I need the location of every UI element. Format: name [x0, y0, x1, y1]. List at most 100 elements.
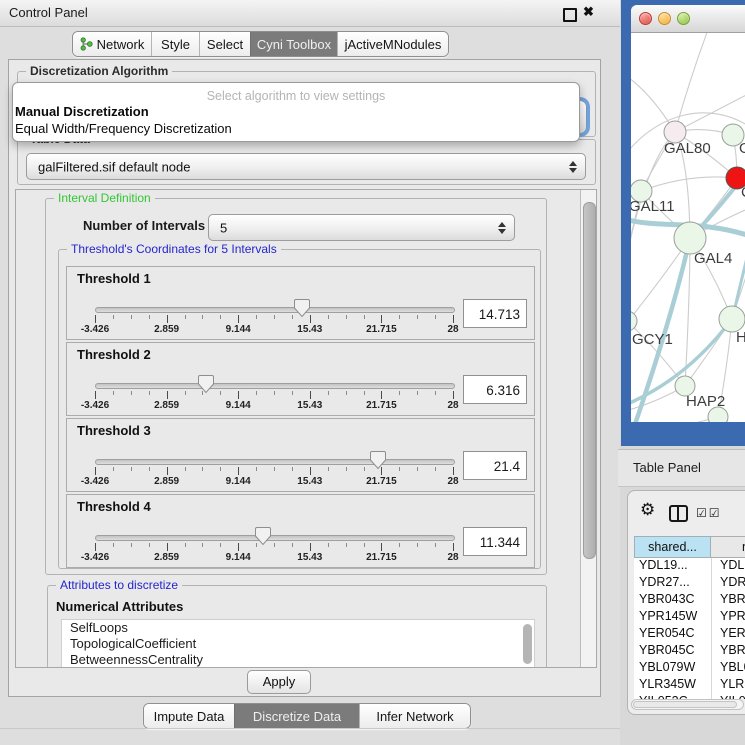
tab-label: Cyni Toolbox	[257, 37, 331, 52]
table-row[interactable]: YDR27...YDR2	[634, 575, 745, 592]
dropdown-option-equal-width-frequency[interactable]: Equal Width/Frequency Discretization	[15, 121, 232, 136]
tab-label: Style	[161, 37, 190, 52]
tick-label: 21.715	[366, 400, 397, 411]
tick-mark	[292, 543, 293, 547]
numerical-attributes-list[interactable]: SelfLoopsTopologicalCoefficientBetweenne…	[61, 619, 535, 668]
tick-label: 28	[447, 324, 458, 335]
tick-label: -3.426	[81, 400, 109, 411]
dropdown-option-manual-discretization[interactable]: Manual Discretization	[15, 104, 149, 119]
threshold-slider-track[interactable]	[95, 535, 455, 541]
settings-scrollpane: Interval Definition Number of Intervals …	[15, 189, 597, 668]
tab-select[interactable]: Select	[199, 32, 250, 56]
tick-mark	[238, 467, 239, 475]
table-horizontal-scrollbar[interactable]	[631, 699, 744, 710]
tab-impute-data[interactable]: Impute Data	[144, 704, 234, 728]
tick-mark	[310, 467, 311, 475]
combo-value: galFiltered.sif default node	[38, 159, 190, 174]
threshold-value-field[interactable]: 6.316	[463, 375, 527, 404]
tick-label: 21.715	[366, 476, 397, 487]
threshold-value-field[interactable]: 11.344	[463, 527, 527, 556]
close-icon[interactable]: ✖	[583, 4, 594, 20]
tick-mark	[149, 467, 150, 471]
tab-label: jActiveMNodules	[345, 37, 442, 52]
table-row[interactable]: YDL19...YDL1	[634, 558, 745, 575]
table-row[interactable]: YBR043CYBR0	[634, 592, 745, 609]
table-row[interactable]: YER054CYER0	[634, 626, 745, 643]
tab-infer-network[interactable]: Infer Network	[359, 704, 470, 728]
scrollbar-thumb[interactable]	[583, 202, 596, 559]
tab-discretize-data[interactable]: Discretize Data	[234, 704, 359, 728]
scrollbar-thumb[interactable]	[633, 701, 737, 708]
list-item[interactable]: BetweennessCentrality	[62, 652, 534, 668]
network-node[interactable]	[631, 311, 637, 331]
columns-icon[interactable]	[669, 505, 688, 522]
tab-style[interactable]: Style	[151, 32, 199, 56]
table-row[interactable]: YLR345WYLR3	[634, 677, 745, 694]
tick-label: 9.144	[226, 400, 251, 411]
tick-mark	[238, 543, 239, 551]
slider-thumb[interactable]	[369, 450, 387, 470]
column-header-shared-name[interactable]: shared...	[634, 536, 711, 558]
float-icon[interactable]	[563, 8, 577, 22]
number-of-intervals-combobox[interactable]: 5	[208, 214, 515, 241]
tick-mark	[185, 543, 186, 547]
tick-mark	[274, 315, 275, 319]
threshold-slider-track[interactable]	[95, 459, 455, 465]
tick-label: 2.859	[154, 324, 179, 335]
tick-label: -3.426	[81, 476, 109, 487]
combo-stepper-icon	[498, 222, 506, 234]
table-row[interactable]: YPR145WYPR1	[634, 609, 745, 626]
tick-mark	[435, 543, 436, 547]
network-window-frame: GAL80GACGAL11GAL4GCY1HHAP2	[621, 0, 745, 446]
tick-mark	[435, 391, 436, 395]
tick-mark	[185, 467, 186, 471]
tick-mark	[202, 543, 203, 547]
zoom-traffic-light-icon[interactable]	[677, 12, 690, 25]
network-window-titlebar[interactable]	[631, 5, 745, 33]
group-title: Interval Definition	[54, 191, 155, 205]
network-icon	[80, 37, 93, 51]
tick-label: 2.859	[154, 476, 179, 487]
apply-button[interactable]: Apply	[247, 670, 311, 694]
tick-mark	[113, 391, 114, 395]
network-canvas[interactable]: GAL80GACGAL11GAL4GCY1HHAP2	[631, 33, 745, 422]
network-graph: GAL80GACGAL11GAL4GCY1HHAP2	[631, 33, 745, 422]
tick-mark	[381, 391, 382, 399]
threshold-slider-track[interactable]	[95, 383, 455, 389]
table-row[interactable]: YBR045CYBR0	[634, 643, 745, 660]
minimize-traffic-light-icon[interactable]	[658, 12, 671, 25]
tab-label: Discretize Data	[253, 709, 341, 724]
close-traffic-light-icon[interactable]	[639, 12, 652, 25]
table-row[interactable]: YBL079WYBL0	[634, 660, 745, 677]
threshold-value-field[interactable]: 21.4	[463, 451, 527, 480]
gear-icon[interactable]: ⚙	[640, 500, 655, 520]
tick-label: 9.144	[226, 324, 251, 335]
settings-vertical-scrollbar[interactable]	[580, 190, 596, 667]
slider-thumb[interactable]	[254, 526, 272, 546]
threshold-row: Threshold 2 -3.4262.8599.14415.4321.7152…	[66, 342, 535, 416]
threshold-slider-track[interactable]	[95, 307, 455, 313]
list-item[interactable]: SelfLoops	[62, 620, 534, 636]
slider-scale: -3.4262.8599.14415.4321.71528	[95, 391, 453, 415]
threshold-label: Threshold 4	[77, 499, 151, 514]
tick-mark	[131, 543, 132, 547]
tab-jactivemnodules[interactable]: jActiveMNodules	[337, 32, 448, 56]
tick-mark	[256, 391, 257, 395]
list-item[interactable]: TopologicalCoefficient	[62, 636, 534, 652]
slider-thumb[interactable]	[197, 374, 215, 394]
threshold-value-field[interactable]: 14.713	[463, 299, 527, 328]
tab-network[interactable]: Network	[73, 32, 151, 56]
network-node-label: H	[736, 329, 745, 346]
threshold-label: Threshold 1	[77, 271, 151, 286]
column-header-name[interactable]: na	[711, 536, 745, 558]
tick-mark	[220, 543, 221, 547]
table-data-combobox[interactable]: galFiltered.sif default node	[26, 153, 586, 180]
tick-mark	[238, 391, 239, 399]
slider-thumb[interactable]	[293, 298, 311, 318]
checkbox-icons[interactable]: ☑☑	[696, 506, 722, 520]
tick-label: 21.715	[366, 552, 397, 563]
tick-mark	[113, 467, 114, 471]
tab-cyni-toolbox[interactable]: Cyni Toolbox	[250, 32, 337, 56]
tick-label: 15.43	[297, 324, 322, 335]
list-scrollbar-thumb[interactable]	[523, 624, 532, 664]
